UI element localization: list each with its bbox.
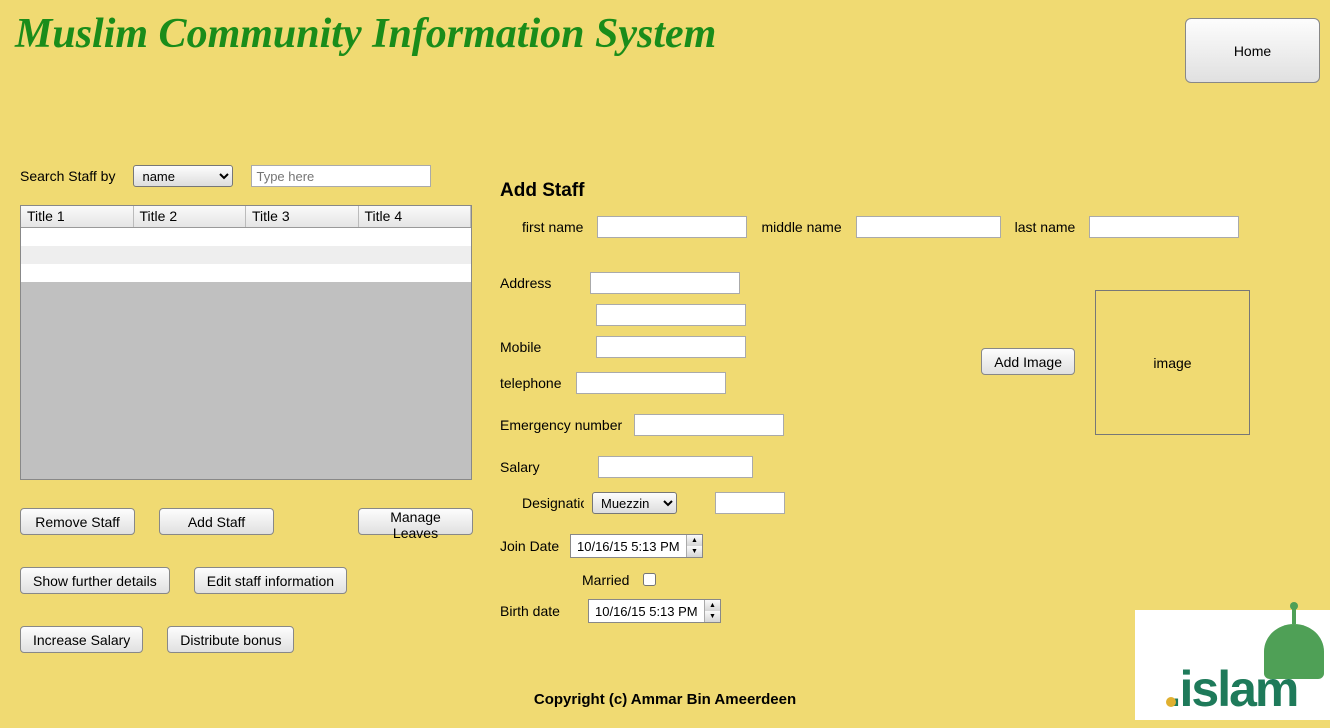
- join-date-row: Join Date 10/16/15 5:13 PM ▲ ▼: [500, 534, 1270, 558]
- add-staff-panel: Add Staff first name middle name last na…: [500, 180, 1270, 633]
- search-input[interactable]: [251, 165, 431, 187]
- table-header: Title 1 Title 2 Title 3 Title 4: [21, 206, 471, 228]
- add-staff-title: Add Staff: [500, 180, 1270, 202]
- first-name-input[interactable]: [597, 216, 747, 238]
- spinner-down-icon[interactable]: ▼: [687, 546, 702, 557]
- first-name-label: first name: [522, 219, 583, 235]
- birth-date-spinner[interactable]: 10/16/15 5:13 PM ▲ ▼: [588, 599, 721, 623]
- join-date-value: 10/16/15 5:13 PM: [571, 539, 686, 554]
- column-header[interactable]: Title 3: [246, 206, 359, 227]
- add-staff-button[interactable]: Add Staff: [159, 508, 274, 535]
- telephone-label: telephone: [500, 375, 568, 391]
- table-row[interactable]: [21, 246, 471, 264]
- address-label: Address: [500, 275, 582, 291]
- column-header[interactable]: Title 2: [134, 206, 247, 227]
- action-buttons: Remove Staff Add Staff Manage Leaves Sho…: [20, 508, 490, 653]
- middle-name-input[interactable]: [856, 216, 1001, 238]
- designation-select[interactable]: Muezzin: [592, 492, 677, 514]
- app-title: Muslim Community Information System: [15, 10, 1330, 58]
- copyright: Copyright (c) Ammar Bin Ameerdeen: [534, 691, 796, 708]
- increase-salary-button[interactable]: Increase Salary: [20, 626, 143, 653]
- search-row: Search Staff by name: [20, 165, 480, 187]
- married-row: Married: [500, 570, 1270, 589]
- islam-logo: .islam: [1135, 610, 1330, 720]
- dome-icon: [1264, 624, 1324, 679]
- middle-name-label: middle name: [761, 219, 841, 235]
- married-label: Married: [582, 572, 629, 588]
- column-header[interactable]: Title 4: [359, 206, 472, 227]
- image-placeholder: image: [1095, 290, 1250, 435]
- staff-table[interactable]: Title 1 Title 2 Title 3 Title 4: [20, 205, 472, 480]
- table-row[interactable]: [21, 264, 471, 282]
- spinner-up-icon[interactable]: ▲: [705, 600, 720, 611]
- mobile-input[interactable]: [596, 336, 746, 358]
- designation-extra-input[interactable]: [715, 492, 785, 514]
- designation-row: Designation Muezzin: [500, 492, 1270, 514]
- name-row: first name middle name last name: [500, 216, 1270, 238]
- birth-date-value: 10/16/15 5:13 PM: [589, 604, 704, 619]
- married-checkbox[interactable]: [643, 573, 656, 586]
- image-placeholder-text: image: [1153, 355, 1191, 371]
- remove-staff-button[interactable]: Remove Staff: [20, 508, 135, 535]
- distribute-bonus-button[interactable]: Distribute bonus: [167, 626, 294, 653]
- last-name-input[interactable]: [1089, 216, 1239, 238]
- telephone-input[interactable]: [576, 372, 726, 394]
- salary-label: Salary: [500, 459, 590, 475]
- spinner-down-icon[interactable]: ▼: [705, 611, 720, 622]
- left-panel: Search Staff by name Title 1 Title 2 Tit…: [20, 165, 480, 653]
- table-row[interactable]: [21, 228, 471, 246]
- add-image-button[interactable]: Add Image: [981, 348, 1075, 375]
- home-button[interactable]: Home: [1185, 18, 1320, 83]
- last-name-label: last name: [1015, 219, 1076, 235]
- show-details-button[interactable]: Show further details: [20, 567, 170, 594]
- salary-row: Salary: [500, 456, 1270, 478]
- address-input-1[interactable]: [590, 272, 740, 294]
- mobile-label: Mobile: [500, 339, 588, 355]
- address-input-2[interactable]: [596, 304, 746, 326]
- search-by-select[interactable]: name: [133, 165, 233, 187]
- table-body: [21, 228, 471, 282]
- spinner-up-icon[interactable]: ▲: [687, 535, 702, 546]
- edit-staff-button[interactable]: Edit staff information: [194, 567, 347, 594]
- designation-label: Designation: [522, 495, 584, 511]
- salary-input[interactable]: [598, 456, 753, 478]
- search-label: Search Staff by: [20, 168, 115, 184]
- join-date-spinner[interactable]: 10/16/15 5:13 PM ▲ ▼: [570, 534, 703, 558]
- join-date-label: Join Date: [500, 538, 562, 554]
- column-header[interactable]: Title 1: [21, 206, 134, 227]
- emergency-input[interactable]: [634, 414, 784, 436]
- manage-leaves-button[interactable]: Manage Leaves: [358, 508, 473, 535]
- emergency-label: Emergency number: [500, 417, 626, 433]
- birth-date-label: Birth date: [500, 603, 580, 619]
